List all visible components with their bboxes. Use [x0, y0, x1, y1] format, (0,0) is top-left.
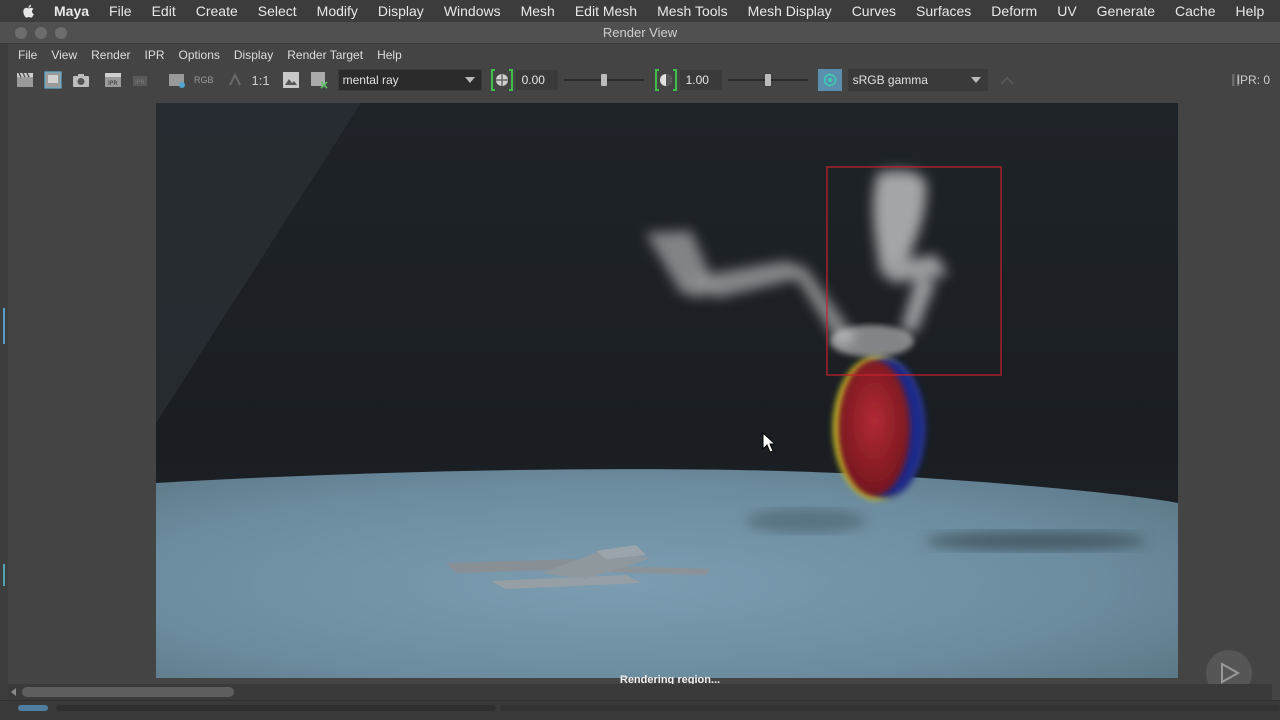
zoom-window-button[interactable]: [55, 27, 67, 39]
menu-edit-mesh[interactable]: Edit Mesh: [575, 3, 637, 19]
rv-menu-help[interactable]: Help: [377, 48, 402, 62]
region-render-icon[interactable]: [42, 69, 64, 91]
bottom-status-strip: [0, 700, 1280, 720]
menu-uv[interactable]: UV: [1057, 3, 1076, 19]
app-menu-maya[interactable]: Maya: [54, 3, 89, 19]
rv-menu-display[interactable]: Display: [234, 48, 273, 62]
gamma-slider[interactable]: [727, 70, 808, 90]
render-canvas: [156, 103, 1178, 678]
menu-modify[interactable]: Modify: [317, 3, 358, 19]
timeline-segment: [56, 705, 496, 711]
left-dock-strip: [0, 44, 8, 704]
rv-menu-options[interactable]: Options: [179, 48, 220, 62]
dock-indicator: [3, 308, 5, 344]
progress-indicator: [18, 705, 48, 711]
color-management-icon[interactable]: [817, 69, 842, 91]
menu-edit[interactable]: Edit: [152, 3, 176, 19]
chevron-down-icon: [464, 77, 475, 83]
menu-mesh[interactable]: Mesh: [521, 3, 555, 19]
ipr-refresh-icon: IPR: [130, 69, 152, 91]
rendered-image[interactable]: [156, 103, 1178, 678]
menu-curves[interactable]: Curves: [852, 3, 896, 19]
menu-help[interactable]: Help: [1236, 3, 1265, 19]
close-window-button[interactable]: [15, 27, 27, 39]
minimize-window-button[interactable]: [35, 27, 47, 39]
rv-menu-ipr[interactable]: IPR: [145, 48, 165, 62]
horizontal-scrollbar[interactable]: [8, 684, 1272, 700]
rgb-channel-label[interactable]: RGB: [194, 75, 214, 85]
one-to-one-button[interactable]: 1:1: [252, 73, 270, 88]
menu-mesh-display[interactable]: Mesh Display: [748, 3, 832, 19]
menu-cache[interactable]: Cache: [1175, 3, 1215, 19]
menu-mesh-tools[interactable]: Mesh Tools: [657, 3, 728, 19]
renderer-value: mental ray: [342, 73, 399, 87]
timeline-segment: [500, 705, 1280, 711]
svg-text:IPR: IPR: [135, 79, 145, 86]
rv-menu-view[interactable]: View: [51, 48, 77, 62]
menu-surfaces[interactable]: Surfaces: [916, 3, 971, 19]
exposure-slider[interactable]: [563, 70, 644, 90]
menu-display[interactable]: Display: [378, 3, 424, 19]
view-transform-icon: [996, 69, 1018, 91]
menu-generate[interactable]: Generate: [1097, 3, 1155, 19]
rv-menu-render-target[interactable]: Render Target: [287, 48, 363, 62]
apple-icon[interactable]: [20, 3, 38, 19]
render-view-toolbar: IPR IPR RGB 1:1 mental ray 0.00 1.00 sRG…: [8, 66, 1280, 94]
remove-image-icon[interactable]: [308, 69, 330, 91]
render-view-panel[interactable]: [8, 94, 1272, 684]
mouse-cursor-icon: [762, 432, 776, 453]
scroll-left-icon[interactable]: [11, 688, 16, 696]
display-real-size-icon[interactable]: [280, 69, 302, 91]
dock-indicator: [3, 564, 5, 586]
chevron-down-icon: [970, 77, 981, 83]
ipr-clapboard-icon[interactable]: IPR: [102, 69, 124, 91]
window-titlebar: Render View: [0, 22, 1280, 44]
ipr-memory-label: IPR: 0: [1236, 73, 1270, 87]
exposure-field[interactable]: 0.00: [515, 70, 558, 90]
shadow: [746, 509, 866, 533]
gamma-field[interactable]: 1.00: [679, 70, 722, 90]
alpha-icon[interactable]: [224, 69, 246, 91]
render-view-menubar: File View Render IPR Options Display Ren…: [8, 44, 1280, 66]
window-controls: [15, 27, 67, 39]
svg-text:IPR: IPR: [108, 80, 118, 87]
renderer-dropdown[interactable]: mental ray: [337, 69, 482, 91]
snapshot-icon[interactable]: [70, 69, 92, 91]
window-title: Render View: [602, 25, 678, 40]
clapboard-icon[interactable]: [14, 69, 36, 91]
color-space-value: sRGB gamma: [852, 73, 928, 87]
menu-create[interactable]: Create: [196, 3, 238, 19]
menu-windows[interactable]: Windows: [444, 3, 501, 19]
scrollbar-thumb[interactable]: [22, 687, 234, 697]
rv-menu-file[interactable]: File: [18, 48, 37, 62]
gamma-icon[interactable]: [654, 68, 678, 92]
menu-file[interactable]: File: [109, 3, 132, 19]
menu-select[interactable]: Select: [258, 3, 297, 19]
system-menubar: Maya File Edit Create Select Modify Disp…: [0, 0, 1280, 22]
exposure-slider-handle[interactable]: [600, 74, 607, 86]
color-space-dropdown[interactable]: sRGB gamma: [847, 69, 988, 91]
exposure-icon[interactable]: [490, 68, 514, 92]
menu-deform[interactable]: Deform: [991, 3, 1037, 19]
gamma-slider-handle[interactable]: [764, 74, 771, 86]
render-settings-icon[interactable]: [166, 69, 188, 91]
shadow: [926, 531, 1146, 551]
rv-menu-render[interactable]: Render: [91, 48, 130, 62]
